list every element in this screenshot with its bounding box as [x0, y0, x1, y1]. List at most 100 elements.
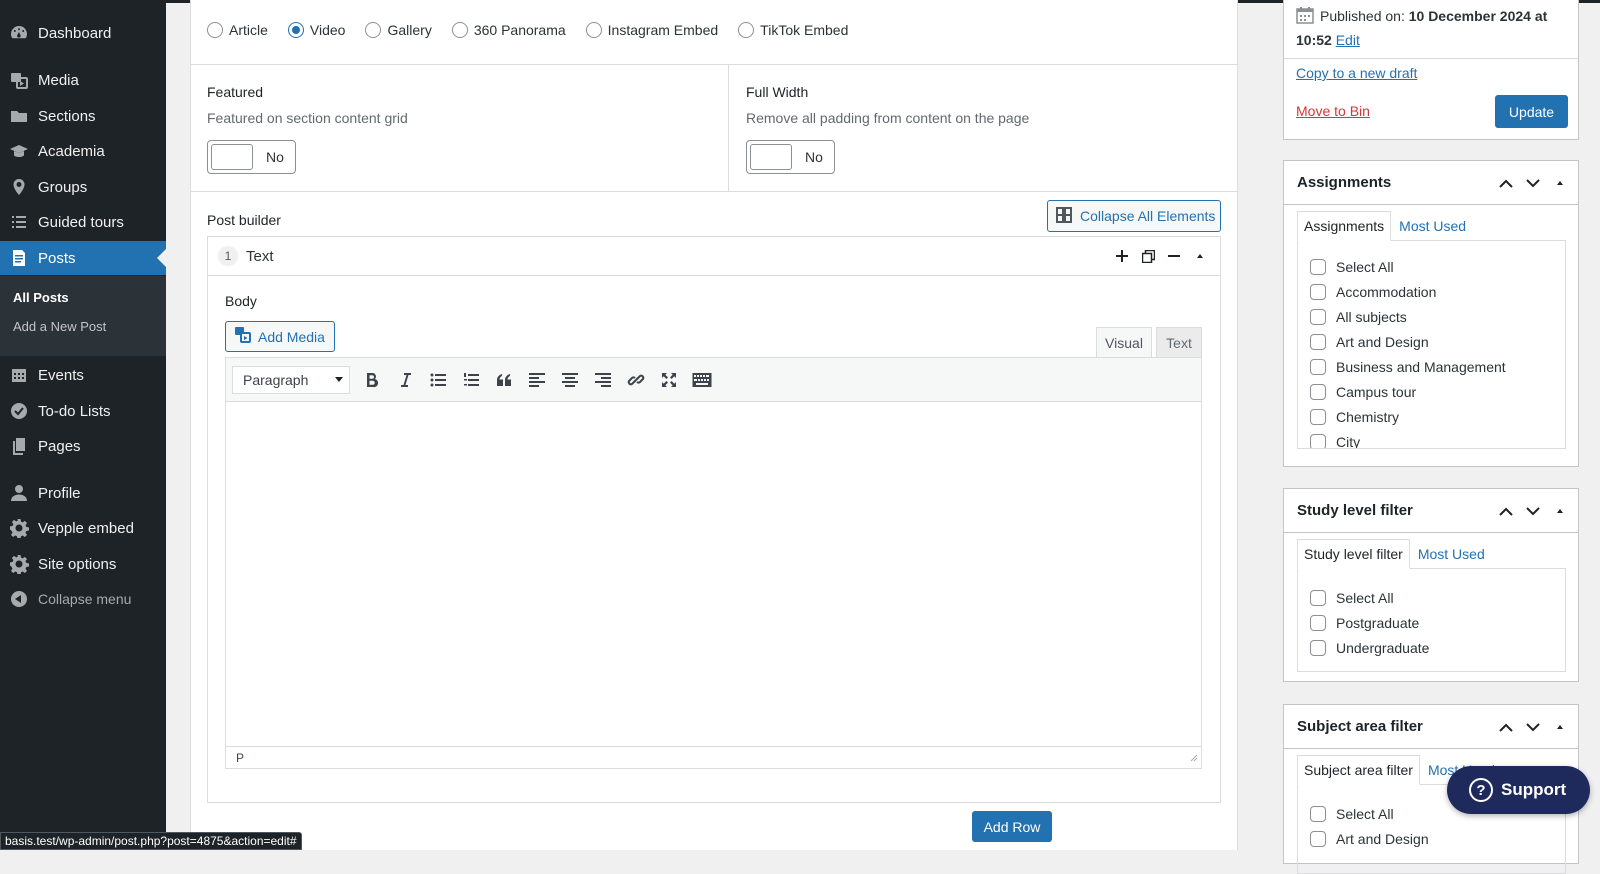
menu-site-options[interactable]: Site options: [0, 547, 166, 581]
module-header[interactable]: 1 Text: [208, 237, 1220, 276]
menu-guided-tours[interactable]: Guided tours: [0, 205, 166, 239]
checkbox[interactable]: [1310, 383, 1326, 400]
support-button[interactable]: ? Support: [1447, 766, 1590, 814]
toggle-panel-icon[interactable]: [1550, 717, 1570, 737]
featured-toggle[interactable]: No: [207, 140, 296, 174]
menu-events[interactable]: Events: [0, 358, 166, 392]
checkbox-item[interactable]: Chemistry: [1298, 404, 1565, 429]
link-icon[interactable]: [622, 366, 650, 394]
subject-area-header[interactable]: Subject area filter: [1284, 705, 1578, 749]
radio-button[interactable]: [585, 22, 602, 38]
move-up-icon[interactable]: [1496, 717, 1516, 737]
format-option-video[interactable]: Video: [287, 22, 345, 38]
tab-subject-area-filter[interactable]: Subject area filter: [1297, 755, 1420, 785]
checkbox[interactable]: [1310, 805, 1326, 822]
menu-todo-lists[interactable]: To-do Lists: [0, 394, 166, 428]
checkbox[interactable]: [1310, 408, 1326, 425]
format-option-gallery[interactable]: Gallery: [365, 22, 432, 38]
collapse-up-icon[interactable]: [1190, 246, 1210, 266]
format-option-instagram-embed[interactable]: Instagram Embed: [585, 22, 718, 38]
align-center-icon[interactable]: [556, 366, 584, 394]
menu-profile[interactable]: Profile: [0, 476, 166, 510]
radio-button[interactable]: [738, 22, 755, 38]
radio-button[interactable]: [451, 22, 468, 38]
editor-content-area[interactable]: [226, 402, 1201, 747]
collapse-menu-button[interactable]: Collapse menu: [0, 582, 166, 616]
checkbox-item[interactable]: All subjects: [1298, 304, 1565, 329]
add-row-button[interactable]: Add Row: [972, 811, 1052, 842]
move-to-bin-link[interactable]: Move to Bin: [1296, 103, 1370, 119]
element-path[interactable]: P: [236, 751, 244, 765]
menu-sections[interactable]: Sections: [0, 99, 166, 133]
move-down-icon[interactable]: [1523, 717, 1543, 737]
tab-text[interactable]: Text: [1156, 327, 1202, 357]
checkbox[interactable]: [1310, 830, 1326, 847]
format-option-360-panorama[interactable]: 360 Panorama: [451, 22, 566, 38]
checkbox-item[interactable]: Campus tour: [1298, 379, 1565, 404]
submenu-all-posts[interactable]: All Posts: [13, 290, 69, 305]
duplicate-icon[interactable]: [1138, 246, 1158, 266]
move-up-icon[interactable]: [1496, 501, 1516, 521]
format-select[interactable]: Paragraph: [232, 365, 350, 394]
keyboard-icon[interactable]: [688, 366, 716, 394]
bold-icon[interactable]: [358, 366, 386, 394]
numbered-list-icon[interactable]: [457, 366, 485, 394]
radio-button[interactable]: [207, 22, 223, 38]
add-media-button[interactable]: Add Media: [225, 321, 335, 352]
fullscreen-icon[interactable]: [655, 366, 683, 394]
align-left-icon[interactable]: [523, 366, 551, 394]
align-right-icon[interactable]: [589, 366, 617, 394]
checkbox-item[interactable]: Undergraduate: [1298, 635, 1565, 660]
checkbox[interactable]: [1310, 639, 1326, 656]
checkbox-item[interactable]: Select All: [1298, 254, 1565, 279]
radio-button[interactable]: [365, 22, 382, 38]
checkbox-item[interactable]: Business and Management: [1298, 354, 1565, 379]
checkbox-item[interactable]: Postgraduate: [1298, 610, 1565, 635]
checkbox-item[interactable]: Art and Design: [1298, 826, 1565, 851]
checkbox[interactable]: [1310, 589, 1326, 606]
tab-most-used[interactable]: Most Used: [1412, 539, 1491, 569]
checkbox[interactable]: [1310, 308, 1326, 325]
blockquote-icon[interactable]: [490, 366, 518, 394]
checkbox[interactable]: [1310, 258, 1326, 275]
menu-dashboard[interactable]: Dashboard: [0, 16, 166, 50]
toggle-panel-icon[interactable]: [1550, 501, 1570, 521]
toggle-panel-icon[interactable]: [1550, 173, 1570, 193]
checkbox[interactable]: [1310, 358, 1326, 375]
checkbox-item[interactable]: Art and Design: [1298, 329, 1565, 354]
menu-academia[interactable]: Academia: [0, 134, 166, 168]
menu-pages[interactable]: Pages: [0, 429, 166, 463]
checkbox-item[interactable]: Select All: [1298, 585, 1565, 610]
checkbox[interactable]: [1310, 614, 1326, 631]
menu-groups[interactable]: Groups: [0, 170, 166, 204]
italic-icon[interactable]: [391, 366, 419, 394]
edit-date-link[interactable]: Edit: [1336, 32, 1360, 48]
minus-icon[interactable]: [1164, 246, 1184, 266]
study-level-header[interactable]: Study level filter: [1284, 489, 1578, 533]
tab-assignments[interactable]: Assignments: [1297, 211, 1392, 241]
update-button[interactable]: Update: [1495, 95, 1568, 128]
submenu-add-new-post[interactable]: Add a New Post: [13, 319, 106, 334]
menu-posts[interactable]: Posts: [0, 241, 166, 275]
move-down-icon[interactable]: [1523, 501, 1543, 521]
checkbox-item[interactable]: City: [1298, 429, 1565, 448]
radio-button-selected[interactable]: [287, 22, 304, 38]
assignments-header[interactable]: Assignments: [1284, 161, 1578, 205]
bulleted-list-icon[interactable]: [424, 366, 452, 394]
checkbox[interactable]: [1310, 333, 1326, 350]
tab-study-level-filter[interactable]: Study level filter: [1297, 539, 1410, 569]
plus-icon[interactable]: [1112, 246, 1132, 266]
copy-to-draft-link[interactable]: Copy to a new draft: [1296, 65, 1417, 81]
format-option-article[interactable]: Article: [207, 22, 268, 38]
move-down-icon[interactable]: [1523, 173, 1543, 193]
checkbox[interactable]: [1310, 283, 1326, 300]
tab-visual[interactable]: Visual: [1096, 327, 1152, 357]
full-width-toggle[interactable]: No: [746, 140, 835, 174]
move-up-icon[interactable]: [1496, 173, 1516, 193]
menu-vepple-embed[interactable]: Vepple embed: [0, 511, 166, 545]
collapse-all-elements-button[interactable]: Collapse All Elements: [1047, 200, 1221, 232]
checkbox-item[interactable]: Accommodation: [1298, 279, 1565, 304]
tab-most-used[interactable]: Most Used: [1393, 211, 1472, 241]
menu-media[interactable]: Media: [0, 63, 166, 97]
checkbox[interactable]: [1310, 433, 1326, 448]
